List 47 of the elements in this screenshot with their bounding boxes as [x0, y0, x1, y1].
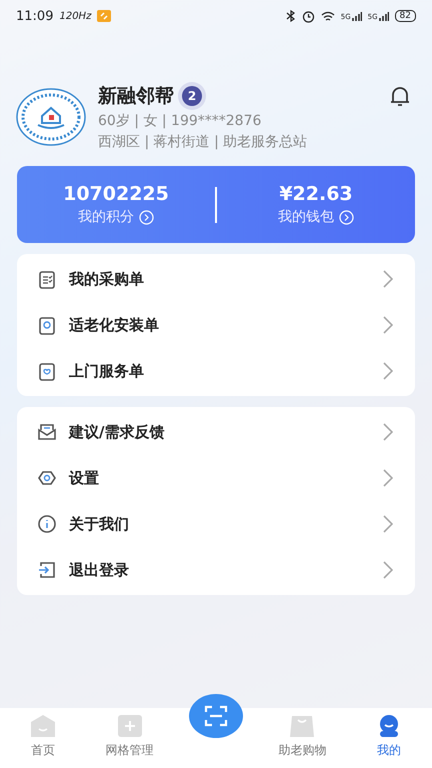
logout-icon	[37, 560, 57, 580]
plus-icon	[116, 714, 143, 738]
chevron-right-icon	[383, 316, 393, 334]
bluetooth-icon	[286, 10, 296, 22]
envelope-icon	[37, 422, 57, 442]
logo-icon	[16, 88, 86, 146]
stat-link[interactable]: 我的钱包	[278, 208, 334, 226]
bell-icon[interactable]	[388, 84, 412, 108]
tab-item[interactable]: 首页	[0, 708, 86, 768]
home-icon	[30, 714, 56, 738]
stat-value: ¥22.63	[279, 183, 353, 205]
menu-item[interactable]: 上门服务单	[17, 348, 415, 394]
bag-icon	[289, 714, 316, 738]
user-address: 西湖区 | 蒋村街道 | 助老服务总站	[98, 133, 308, 151]
refresh-rate: 120Hz	[59, 10, 92, 22]
chevron-right-icon	[383, 270, 393, 288]
chevron-right-icon	[383, 469, 393, 487]
menu-item[interactable]: 关于我们	[17, 501, 415, 547]
scan-button[interactable]	[189, 694, 244, 738]
wifi-icon	[320, 10, 335, 22]
app-notification-icon	[97, 10, 112, 22]
stat-value: 10702225	[63, 183, 169, 205]
user-details: 60岁 | 女 | 199****2876	[98, 112, 262, 130]
chevron-right-icon	[383, 515, 393, 533]
tab-item[interactable]: 我的	[346, 708, 432, 768]
battery-indicator: 82	[394, 10, 416, 22]
scan-icon	[204, 705, 228, 727]
settings-icon	[37, 468, 57, 488]
checklist-icon	[37, 269, 57, 289]
menu-item[interactable]: 退出登录	[17, 547, 415, 593]
clipboard-icon	[37, 315, 57, 335]
chevron-right-icon	[383, 362, 393, 380]
menu-item[interactable]: 我的采购单	[17, 256, 415, 302]
tab-item[interactable]: 网格管理	[86, 708, 173, 768]
chevron-right-icon	[383, 561, 393, 579]
menu-item[interactable]: 适老化安装单	[17, 302, 415, 348]
level-badge: 2	[182, 86, 202, 106]
info-icon	[37, 514, 57, 534]
chevron-right-icon	[383, 423, 393, 441]
status-time: 11:09	[16, 8, 54, 24]
menu-item[interactable]: 建议/需求反馈	[17, 409, 415, 455]
menu-item[interactable]: 设置	[17, 455, 415, 501]
signal-icon	[352, 11, 362, 21]
user-name: 新融邻帮	[98, 84, 174, 109]
alarm-icon	[302, 10, 315, 22]
signal-icon	[378, 11, 389, 21]
tab-item[interactable]: 助老购物	[259, 708, 346, 768]
